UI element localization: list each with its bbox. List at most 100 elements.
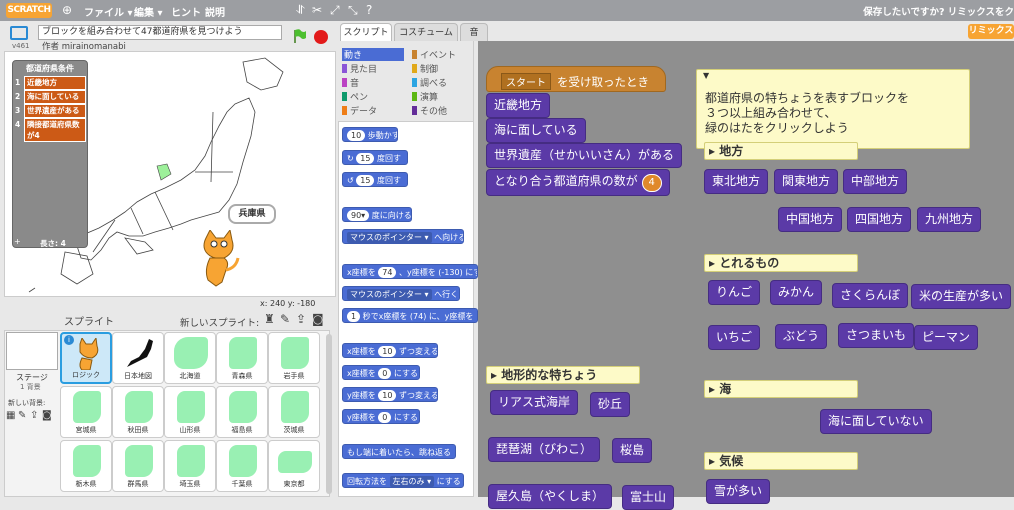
when-receive-hat-block[interactable]: スタート を受け取ったとき — [486, 66, 666, 92]
palette-block-change-y[interactable]: y座標を 10 ずつ変える — [342, 387, 438, 402]
green-flag-icon[interactable] — [292, 28, 308, 44]
category-motion[interactable]: 動き — [342, 48, 404, 61]
category-control[interactable]: 制御 — [412, 62, 438, 75]
sprite-thumb[interactable]: 秋田県 — [112, 386, 164, 438]
section-header-geography[interactable]: ▸ 地形的な特ちょう — [486, 366, 640, 384]
sprite-thumb[interactable]: 山形県 — [164, 386, 216, 438]
palette-block-turn-right[interactable]: ↻ 15 度回す — [342, 150, 408, 165]
tab-sounds[interactable]: 音 — [460, 23, 488, 41]
category-sound[interactable]: 音 — [342, 76, 359, 89]
stage-thumbnail[interactable] — [6, 332, 58, 370]
script-block-geo[interactable]: 琵琶湖（びわこ） — [488, 437, 601, 462]
category-sensing[interactable]: 調べる — [412, 76, 447, 89]
script-block-climate[interactable]: 雪が多い — [706, 479, 771, 504]
backdrop-upload-icon[interactable]: ⇪ — [30, 410, 38, 421]
tab-scripts[interactable]: スクリプト — [340, 23, 392, 41]
category-operators[interactable]: 演算 — [412, 90, 438, 103]
duplicate-icon[interactable]: ⥯ — [296, 3, 305, 18]
sprite-scrollbar[interactable] — [326, 334, 332, 494]
script-block-region[interactable]: 中国地方 — [778, 207, 843, 232]
tab-costumes[interactable]: コスチューム — [394, 23, 458, 41]
add-item-icon[interactable]: + — [14, 237, 21, 246]
script-block-region[interactable]: 九州地方 — [917, 207, 982, 232]
sprite-thumb[interactable]: 埼玉県 — [164, 440, 216, 492]
palette-block-turn-left[interactable]: ↺ 15 度回す — [342, 172, 408, 187]
script-block-sea[interactable]: 海に面していない — [820, 409, 932, 434]
script-block-product[interactable]: ピーマン — [914, 325, 979, 350]
upload-icon[interactable]: ⇪ — [296, 312, 306, 326]
fullscreen-icon[interactable] — [10, 26, 28, 40]
script-block-region[interactable]: 四国地方 — [847, 207, 912, 232]
help-icon[interactable]: ? — [366, 3, 372, 17]
sprite-thumb[interactable]: 日本地図 — [112, 332, 164, 384]
script-block-product[interactable]: りんご — [708, 280, 761, 305]
cut-icon[interactable]: ✂ — [312, 3, 322, 17]
save-message[interactable]: 保存したいですか? リミックスをク — [863, 4, 1014, 18]
menu-about[interactable]: 説明 — [205, 4, 225, 19]
backdrop-paint-icon[interactable]: ✎ — [18, 410, 26, 421]
script-block-product[interactable]: いちご — [708, 325, 761, 350]
category-looks[interactable]: 見た目 — [342, 62, 377, 75]
backdrop-library-icon[interactable]: ▦ — [6, 410, 15, 421]
note-collapse-icon[interactable]: ▼ — [703, 71, 709, 80]
stop-icon[interactable] — [314, 30, 328, 44]
project-title-field[interactable]: ブロックを組み合わせて47都道府県を見つけよう — [38, 25, 282, 40]
menu-file[interactable]: ファイル ▾ — [84, 4, 133, 19]
backdrop-camera-icon[interactable]: ◙ — [42, 410, 52, 421]
sprite-thumb[interactable]: 茨城県 — [268, 386, 320, 438]
camera-icon[interactable]: ◙ — [312, 312, 324, 326]
palette-block-point-direction[interactable]: 90▾ 度に向ける — [342, 207, 412, 222]
script-block-world-heritage[interactable]: 世界遺産（せかいいさん）がある — [486, 143, 683, 168]
sprite-thumb[interactable]: 岩手県 — [268, 332, 320, 384]
category-pen[interactable]: ペン — [342, 90, 368, 103]
sprite-thumb[interactable]: 栃木県 — [60, 440, 112, 492]
script-block-product[interactable]: ぶどう — [775, 324, 828, 349]
section-header-products[interactable]: ▸ とれるもの — [704, 254, 858, 272]
category-data[interactable]: データ — [342, 104, 377, 117]
script-block-product[interactable]: さくらんぼ — [832, 283, 909, 308]
script-block-product[interactable]: 米の生産が多い — [911, 284, 1012, 309]
script-block-geo[interactable]: リアス式海岸 — [490, 390, 579, 415]
section-header-region[interactable]: ▸ 地方 — [704, 142, 858, 160]
globe-icon[interactable]: ⊕ — [62, 3, 72, 17]
menu-edit[interactable]: 編集 ▾ — [134, 4, 163, 19]
instruction-note[interactable]: ▼ 都道府県の特ちょうを表すブロックを ３つ以上組み合わせて、 緑のはたをクリッ… — [696, 69, 970, 149]
palette-block-change-x[interactable]: x座標を 10 ずつ変える — [342, 343, 438, 358]
shrink-icon[interactable]: ⤡ — [348, 3, 358, 18]
info-icon[interactable]: i — [64, 335, 74, 345]
sprite-thumb[interactable]: 北海道 — [164, 332, 216, 384]
grow-icon[interactable]: ⤢ — [330, 3, 340, 18]
remix-button[interactable]: リミックス — [968, 24, 1014, 39]
script-block-geo[interactable]: 砂丘 — [590, 392, 631, 417]
script-block-kinki[interactable]: 近畿地方 — [486, 93, 551, 118]
palette-block-goto[interactable]: マウスのポインター ▾ へ行く — [342, 286, 460, 301]
neighbors-number[interactable]: 4 — [641, 174, 662, 192]
palette-block-goto-xy[interactable]: x座標を 74 、y座標を (-130) にする — [342, 264, 478, 279]
sprite-thumb[interactable]: 千葉県 — [216, 440, 268, 492]
script-block-geo[interactable]: 富士山 — [622, 485, 675, 510]
script-block-geo[interactable]: 桜島 — [612, 438, 653, 463]
section-header-sea[interactable]: ▸ 海 — [704, 380, 858, 398]
script-block-region[interactable]: 東北地方 — [704, 169, 769, 194]
script-block-product[interactable]: みかん — [770, 280, 823, 305]
script-block-region[interactable]: 中部地方 — [843, 169, 908, 194]
palette-block-move[interactable]: 10 歩動かす — [342, 127, 398, 142]
palette-block-set-y[interactable]: y座標を 0 にする — [342, 409, 420, 424]
category-events[interactable]: イベント — [412, 48, 456, 61]
palette-block-set-x[interactable]: x座標を 0 にする — [342, 365, 420, 380]
paint-brush-icon[interactable]: ✎ — [280, 312, 290, 326]
section-header-climate[interactable]: ▸ 気候 — [704, 452, 858, 470]
script-block-neighbors[interactable]: となり合う都道府県の数が 4 — [486, 169, 670, 196]
sprite-thumb[interactable]: 宮城県 — [60, 386, 112, 438]
sprite-thumb[interactable]: 福島県 — [216, 386, 268, 438]
scratch-cat-sprite[interactable] — [196, 230, 242, 292]
palette-block-point-towards[interactable]: マウスのポインター ▾ へ向ける — [342, 229, 464, 244]
palette-block-bounce[interactable]: もし端に着いたら、跳ね返る — [342, 444, 456, 459]
script-block-region[interactable]: 関東地方 — [774, 169, 839, 194]
script-block-coastal[interactable]: 海に面している — [486, 118, 586, 143]
palette-block-glide[interactable]: 1 秒でx座標を (74) に、y座標を — [342, 308, 478, 323]
sprite-thumb[interactable]: 東京都 — [268, 440, 320, 492]
sprite-thumb[interactable]: 青森県 — [216, 332, 268, 384]
sprite-thumb[interactable]: 群馬県 — [112, 440, 164, 492]
menu-tips[interactable]: ヒント — [171, 4, 201, 19]
